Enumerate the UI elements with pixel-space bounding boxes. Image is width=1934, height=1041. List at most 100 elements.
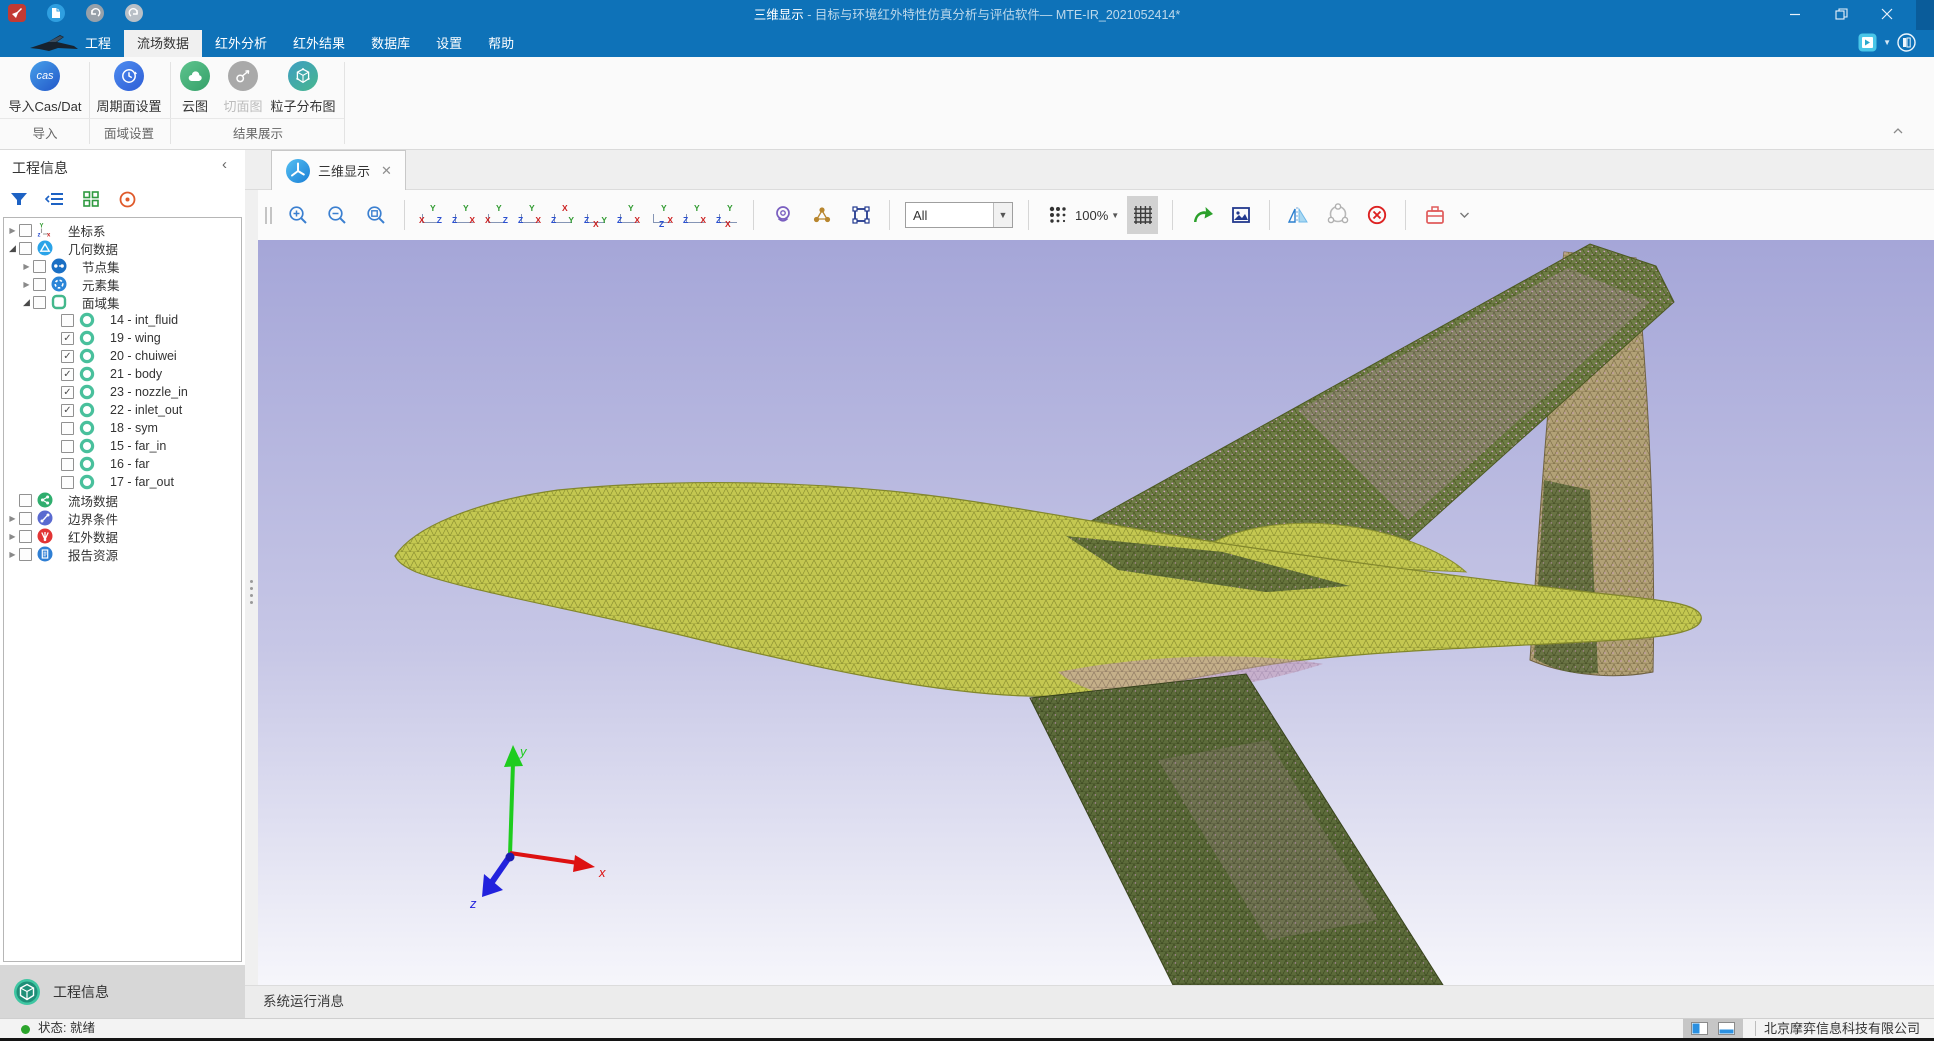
view-orientation-icon-9[interactable]: YZX — [681, 202, 708, 228]
view-orientation-icon-7[interactable]: YZX — [615, 202, 642, 228]
restore-button[interactable] — [1818, 0, 1864, 28]
view-orientation-icon-5[interactable]: XZY — [549, 202, 576, 228]
viewport-canvas[interactable]: y x z — [258, 240, 1934, 985]
tree-item[interactable]: ✓23 - nozzle_in — [4, 383, 241, 401]
list-filter-icon[interactable] — [44, 188, 66, 210]
visibility-checkbox[interactable]: ✓ — [61, 368, 74, 381]
view-orientation-icon-4[interactable]: YZX — [516, 202, 543, 228]
splitter-handle[interactable] — [250, 580, 253, 604]
tree-item[interactable]: ✓22 - inlet_out — [4, 401, 241, 419]
cloud-plot-button[interactable]: 云图 — [174, 61, 216, 115]
menu-item-7[interactable]: 帮助 — [475, 30, 527, 57]
view-orientation-icon-2[interactable]: YZX — [450, 202, 477, 228]
visibility-checkbox[interactable] — [19, 512, 32, 525]
visibility-checkbox[interactable]: ✓ — [61, 332, 74, 345]
tree-item[interactable]: ▶报告资源 — [4, 545, 241, 563]
ribbon-collapse-icon[interactable] — [1892, 127, 1904, 135]
visibility-checkbox[interactable] — [19, 548, 32, 561]
menu-item-3[interactable]: 红外分析 — [202, 30, 280, 57]
lasso-group-icon[interactable] — [1324, 202, 1351, 229]
toolbar-drag-handle[interactable] — [265, 207, 272, 224]
view-orientation-icon-10[interactable]: YZX — [714, 202, 741, 228]
view-orientation-icon-1[interactable]: YXZ — [417, 202, 444, 228]
grid-view-icon[interactable] — [80, 188, 102, 210]
panel-splitter[interactable] — [245, 150, 258, 985]
close-button[interactable] — [1864, 0, 1910, 28]
visibility-checkbox[interactable] — [61, 422, 74, 435]
expander-icon[interactable]: ▶ — [6, 532, 19, 541]
locate-icon[interactable] — [116, 188, 138, 210]
visibility-checkbox[interactable] — [19, 224, 32, 237]
expander-icon[interactable]: ◢ — [20, 297, 33, 308]
focus-pin-icon[interactable] — [769, 202, 796, 229]
expander-icon[interactable]: ▶ — [6, 514, 19, 523]
zoom-in-icon[interactable] — [284, 202, 311, 229]
expander-icon[interactable]: ◢ — [6, 243, 19, 254]
grid-toggle-button[interactable] — [1127, 196, 1158, 234]
tree-item[interactable]: 17 - far_out — [4, 473, 241, 491]
import-cas-dat-button[interactable]: cas 导入Cas/Dat — [4, 61, 86, 115]
visibility-checkbox[interactable] — [19, 494, 32, 507]
tab-3d-view[interactable]: 三维显示 ✕ — [271, 150, 406, 190]
minimize-button[interactable] — [1772, 0, 1818, 28]
panel-menu-caret-icon[interactable]: ▼ — [1883, 38, 1891, 47]
combo-caret-icon[interactable]: ▼ — [993, 203, 1012, 227]
display-filter-select[interactable]: All ▼ — [905, 202, 1013, 228]
tree-item[interactable]: ▶Yzx坐标系 — [4, 221, 241, 239]
tree-item[interactable]: ✓19 - wing — [4, 329, 241, 347]
tree-item[interactable]: 15 - far_in — [4, 437, 241, 455]
layout-bottom-icon[interactable] — [1718, 1022, 1735, 1035]
zoom-percent-control[interactable]: 100% ▼ — [1075, 208, 1119, 223]
visibility-checkbox[interactable]: ✓ — [61, 404, 74, 417]
mirror-icon[interactable] — [1285, 202, 1312, 229]
tree-item[interactable]: ✓21 - body — [4, 365, 241, 383]
tree-item[interactable]: ◢面域集 — [4, 293, 241, 311]
visibility-checkbox[interactable] — [33, 278, 46, 291]
tree-item[interactable]: ▶元素集 — [4, 275, 241, 293]
region-select-icon[interactable] — [847, 202, 874, 229]
more-caret-icon[interactable] — [1459, 211, 1470, 219]
tree-item[interactable]: ▶红外数据 — [4, 527, 241, 545]
tree-item[interactable]: 流场数据 — [4, 491, 241, 509]
tree-item[interactable]: ▶边界条件 — [4, 509, 241, 527]
expander-icon[interactable]: ▶ — [6, 550, 19, 559]
expander-icon[interactable]: ▶ — [6, 226, 19, 235]
visibility-checkbox[interactable] — [19, 242, 32, 255]
menu-item-6[interactable]: 设置 — [423, 30, 475, 57]
view-orientation-icon-3[interactable]: YXZ — [483, 202, 510, 228]
periodic-face-button[interactable]: 周期面设置 — [92, 61, 166, 115]
visibility-checkbox[interactable] — [33, 260, 46, 273]
snapshot-image-icon[interactable] — [1227, 202, 1254, 229]
visibility-checkbox[interactable] — [33, 296, 46, 309]
expander-icon[interactable]: ▶ — [20, 262, 33, 271]
forward-arrow-icon[interactable] — [1188, 202, 1215, 229]
visibility-checkbox[interactable] — [61, 314, 74, 327]
zoom-extents-icon[interactable] — [362, 202, 389, 229]
workspace-panel-icon[interactable] — [1858, 33, 1877, 52]
visibility-checkbox[interactable] — [61, 440, 74, 453]
menu-item-2[interactable]: 流场数据 — [124, 30, 202, 57]
project-info-bottom-tab[interactable]: 工程信息 — [0, 965, 245, 1018]
view-orientation-icon-8[interactable]: YXZ — [648, 202, 675, 228]
visibility-checkbox[interactable]: ✓ — [61, 386, 74, 399]
view-orientation-icon-6[interactable]: ZYX — [582, 202, 609, 228]
visibility-checkbox[interactable]: ✓ — [61, 350, 74, 363]
halftone-icon[interactable] — [1044, 202, 1071, 229]
tree-item[interactable]: ✓20 - chuiwei — [4, 347, 241, 365]
filter-icon[interactable] — [8, 188, 30, 210]
clip-box-icon[interactable] — [1421, 202, 1448, 229]
theme-icon[interactable] — [1897, 33, 1916, 52]
visibility-checkbox[interactable] — [61, 458, 74, 471]
zoom-out-icon[interactable] — [323, 202, 350, 229]
tree-item[interactable]: ◢几何数据 — [4, 239, 241, 257]
expander-icon[interactable]: ▶ — [20, 280, 33, 289]
molecule-icon[interactable] — [808, 202, 835, 229]
tree-item[interactable]: 14 - int_fluid — [4, 311, 241, 329]
tree-item[interactable]: 16 - far — [4, 455, 241, 473]
remove-icon[interactable] — [1363, 202, 1390, 229]
tab-close-icon[interactable]: ✕ — [381, 163, 392, 179]
tree-item[interactable]: 18 - sym — [4, 419, 241, 437]
layout-left-icon[interactable] — [1691, 1022, 1708, 1035]
menu-item-5[interactable]: 数据库 — [358, 30, 423, 57]
menu-item-4[interactable]: 红外结果 — [280, 30, 358, 57]
